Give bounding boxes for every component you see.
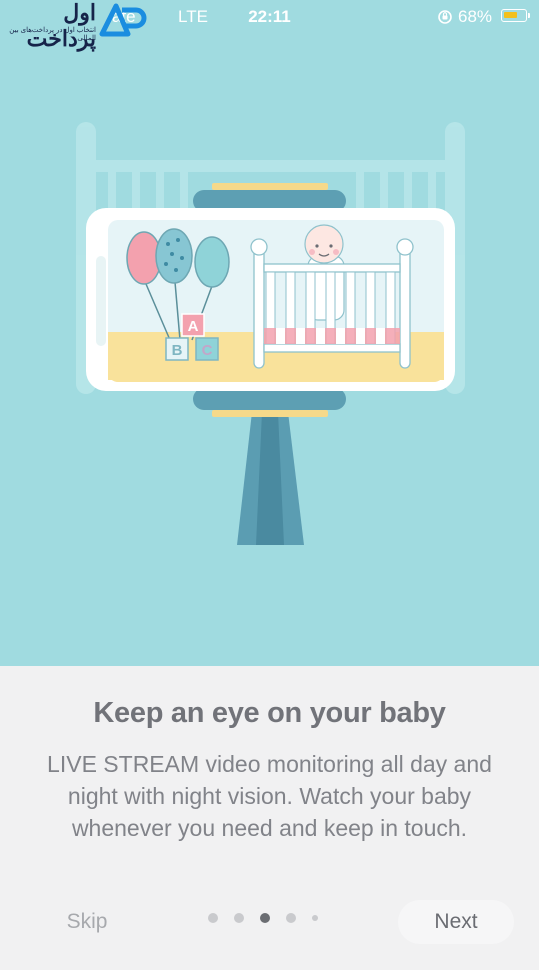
battery-level — [504, 12, 517, 18]
page-title: Keep an eye on your baby — [93, 697, 446, 729]
page-indicator — [208, 913, 338, 929]
orientation-lock-icon — [437, 9, 453, 30]
battery-percent: 68% — [458, 7, 493, 26]
svg-text:B: B — [172, 342, 183, 359]
page-dot-1 — [208, 913, 218, 923]
watermark-tagline: انتخاب اول در پرداخت‌های بین المللی — [9, 27, 96, 42]
baby-monitor-illustration: A B C — [76, 122, 465, 545]
page-dot-5 — [312, 915, 318, 921]
svg-text:A: A — [188, 318, 199, 335]
next-button[interactable]: Next — [398, 900, 514, 944]
page-dot-4 — [286, 913, 296, 923]
onboarding-hero: A B C ate LTE 22:11 68% اول پرداخت انتخا… — [0, 0, 539, 666]
page-dot-3 — [260, 913, 270, 923]
skip-button[interactable]: Skip — [44, 900, 130, 944]
page-description: LIVE STREAM video monitoring all day and… — [47, 751, 492, 841]
watermark-logo: اول پرداخت انتخاب اول در پرداخت‌های بین … — [0, 0, 150, 51]
battery-icon — [501, 9, 527, 22]
svg-text:C: C — [202, 342, 213, 359]
page-dot-2 — [234, 913, 244, 923]
watermark-mark-icon — [99, 3, 147, 37]
battery-tip — [528, 13, 530, 18]
tripod-stand — [237, 412, 304, 545]
